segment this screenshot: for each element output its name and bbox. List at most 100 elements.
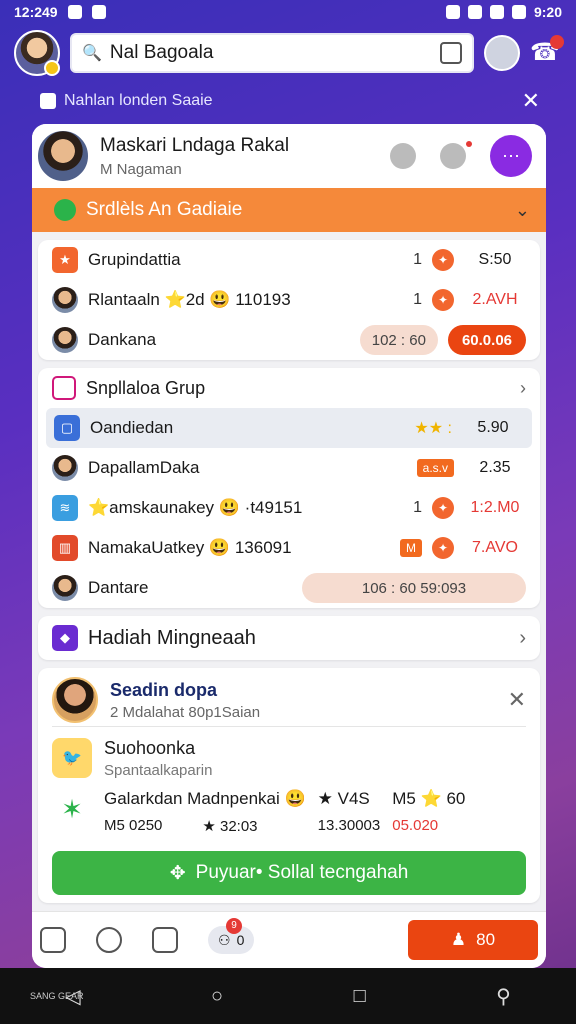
promo-stats: ✶ Galarkdan Madnpenkai 😃 M5 0250 ★ 32:03… (52, 789, 526, 845)
home-icon[interactable] (40, 927, 66, 953)
chat-icon (54, 199, 76, 221)
bird-icon: 🐦 (52, 738, 92, 778)
message-icon (91, 5, 106, 19)
top-bar: 🔍 Nal Bagoala ☎ (14, 30, 564, 76)
row-label: Dankana (88, 330, 157, 349)
row-label: Grupindattia (88, 250, 181, 269)
profile-sub: M Nagaman (100, 160, 182, 178)
home-circle-icon[interactable]: ○ (211, 985, 223, 1008)
friends-badge: 9 (226, 918, 242, 934)
star-icon: ★ (52, 247, 78, 273)
accessibility-icon[interactable]: ⚲ (496, 984, 511, 1009)
list-item[interactable]: Dankana 102 : 60 60.0.06 (38, 320, 540, 360)
row-tag: M (400, 539, 422, 557)
search-input[interactable]: Nal Bagoala (110, 42, 432, 64)
square-icon: ▢ (54, 415, 80, 441)
person-icon: ♟ (450, 930, 467, 949)
promo-item-sub: Spantaalkaparin (104, 761, 213, 779)
recents-icon[interactable]: □ (354, 985, 366, 1008)
gift-icon: ◆ (52, 625, 78, 651)
profile-header: Maskari Lndaga Rakal M Nagaman ⋯ (32, 124, 546, 188)
robot-icon[interactable] (484, 35, 520, 71)
row-avatar (52, 327, 78, 353)
call-badge (550, 35, 564, 49)
pale-pill[interactable]: 102 : 60 (359, 325, 438, 355)
row-num: 1 (413, 251, 422, 268)
cta-button[interactable]: ✥ Puyuar• Sollal tecngahah (52, 851, 526, 895)
list-item[interactable]: ▥ NamakaUatkey 😃 136091 M ✦ 7.AVO (38, 528, 540, 568)
system-brand: SANG GEAR (30, 991, 84, 1001)
promo-item[interactable]: 🐦 Suohoonka Spantaalkaparin (52, 727, 526, 789)
flame-icon: ✦ (432, 289, 454, 311)
row-label: ⭐amskaunakey 😃 ·t49151 (88, 498, 303, 517)
nav-header[interactable]: ◆ Hadiah Mingneaah › (38, 616, 540, 660)
main-card: Maskari Lndaga Rakal M Nagaman ⋯ Srdlèls… (32, 124, 546, 968)
edit-icon (52, 376, 76, 400)
status-right-time: 9:20 (533, 4, 562, 20)
promo-header: Seadin dopa 2 Mdalahat 80p1Saian ✕ (52, 674, 526, 727)
search-bar[interactable]: 🔍 Nal Bagoala (70, 33, 474, 73)
red-pill[interactable]: 60.0.06 (447, 325, 526, 355)
list-item[interactable]: Dantare 106 : 60 59:093 (38, 568, 540, 608)
list-item[interactable]: ▢ Oandiedan ★★ : 5.90 (46, 408, 532, 448)
system-nav: SANG GEAR ◁ ○ □ ⚲ (0, 968, 576, 1024)
row-value: 1:2.M0 (470, 499, 520, 516)
close-icon[interactable]: ✕ (522, 88, 540, 114)
row-value: 2.AVH (472, 291, 518, 308)
orange-banner[interactable]: Srdlèls An Gadiaie ⌄ (32, 188, 546, 232)
list-item[interactable]: DapallamDaka a.s.v 2.35 (38, 448, 540, 488)
row-value: S:50 (478, 251, 512, 268)
orange-action-button[interactable]: ♟ 80 (408, 920, 538, 960)
status-bar: 12:249 9:20 (0, 0, 576, 24)
row-avatar (52, 455, 78, 481)
stat-label-2: ★ V4S (317, 789, 370, 808)
promo-avatar[interactable] (52, 677, 98, 723)
notice-text: Nahlan londen Saaie (64, 92, 213, 109)
row-num: 1 (413, 291, 422, 308)
promo-subtitle: 2 Mdalahat 80p1Saian (110, 703, 261, 721)
nav-title: Hadiah Mingneaah (88, 626, 256, 649)
avatar[interactable] (14, 30, 60, 76)
friends-pill[interactable]: 9 ⚇ 0 (208, 918, 255, 954)
row-tag: a.s.v (416, 459, 454, 477)
call-icon[interactable]: ☎ (530, 35, 564, 69)
friends-count: 0 (236, 932, 245, 948)
camera-icon[interactable] (390, 143, 416, 169)
profile-avatar[interactable] (36, 129, 90, 183)
orange-label: 80 (476, 930, 496, 949)
chevron-right-icon[interactable]: › (520, 378, 526, 399)
profile-name: Maskari Lndaga Rakal (100, 134, 290, 156)
app-icon (67, 5, 82, 19)
section-header[interactable]: Snpllaloa Grup › (38, 368, 540, 408)
promo-section: Seadin dopa 2 Mdalahat 80p1Saian ✕ 🐦 Suo… (38, 668, 540, 903)
pale-pill[interactable]: 106 : 60 59:093 (302, 573, 526, 603)
list-item[interactable]: ★ Grupindattia 1 ✦ S:50 (38, 240, 540, 280)
chat-icon[interactable] (96, 927, 122, 953)
promo-item-title: Suohoonka (104, 737, 196, 758)
scan-icon[interactable] (440, 42, 462, 64)
chevron-down-icon[interactable]: ⌄ (515, 200, 530, 221)
row-avatar (52, 287, 78, 313)
row-label: NamakaUatkey 😃 136091 (88, 538, 292, 557)
game-icon[interactable] (152, 927, 178, 953)
close-icon[interactable]: ✕ (508, 687, 526, 713)
friends-icon: ⚇ (218, 931, 231, 948)
ghost-icon[interactable] (440, 141, 472, 169)
row-value: 2.35 (479, 459, 511, 476)
notice-icon (40, 93, 56, 109)
chevron-right-icon[interactable]: › (519, 627, 526, 650)
wave-icon: ≋ (52, 495, 78, 521)
leaf-icon: ✥ (169, 862, 186, 884)
stat-label: Galarkdan Madnpenkai 😃 (104, 789, 306, 808)
stat-sub: M5 0250 (104, 817, 163, 834)
list-item[interactable]: ≋ ⭐amskaunakey 😃 ·t49151 1 ✦ 1:2.M0 (38, 488, 540, 528)
group-section-1: ★ Grupindattia 1 ✦ S:50 Rlantaaln ⭐2d 😃 … (38, 240, 540, 360)
stat-sub-3: 13.30003 (317, 817, 381, 834)
row-num: 1 (413, 499, 422, 516)
promo-title: Seadin dopa (110, 679, 218, 700)
leaf-icon: ✶ (61, 793, 83, 824)
flame-icon: ✦ (432, 249, 454, 271)
list-item[interactable]: Rlantaaln ⭐2d 😃 110193 1 ✦ 2.AVH (38, 280, 540, 320)
stat-label-3: M5 ⭐ 60 (392, 789, 466, 808)
more-button[interactable]: ⋯ (490, 135, 532, 177)
